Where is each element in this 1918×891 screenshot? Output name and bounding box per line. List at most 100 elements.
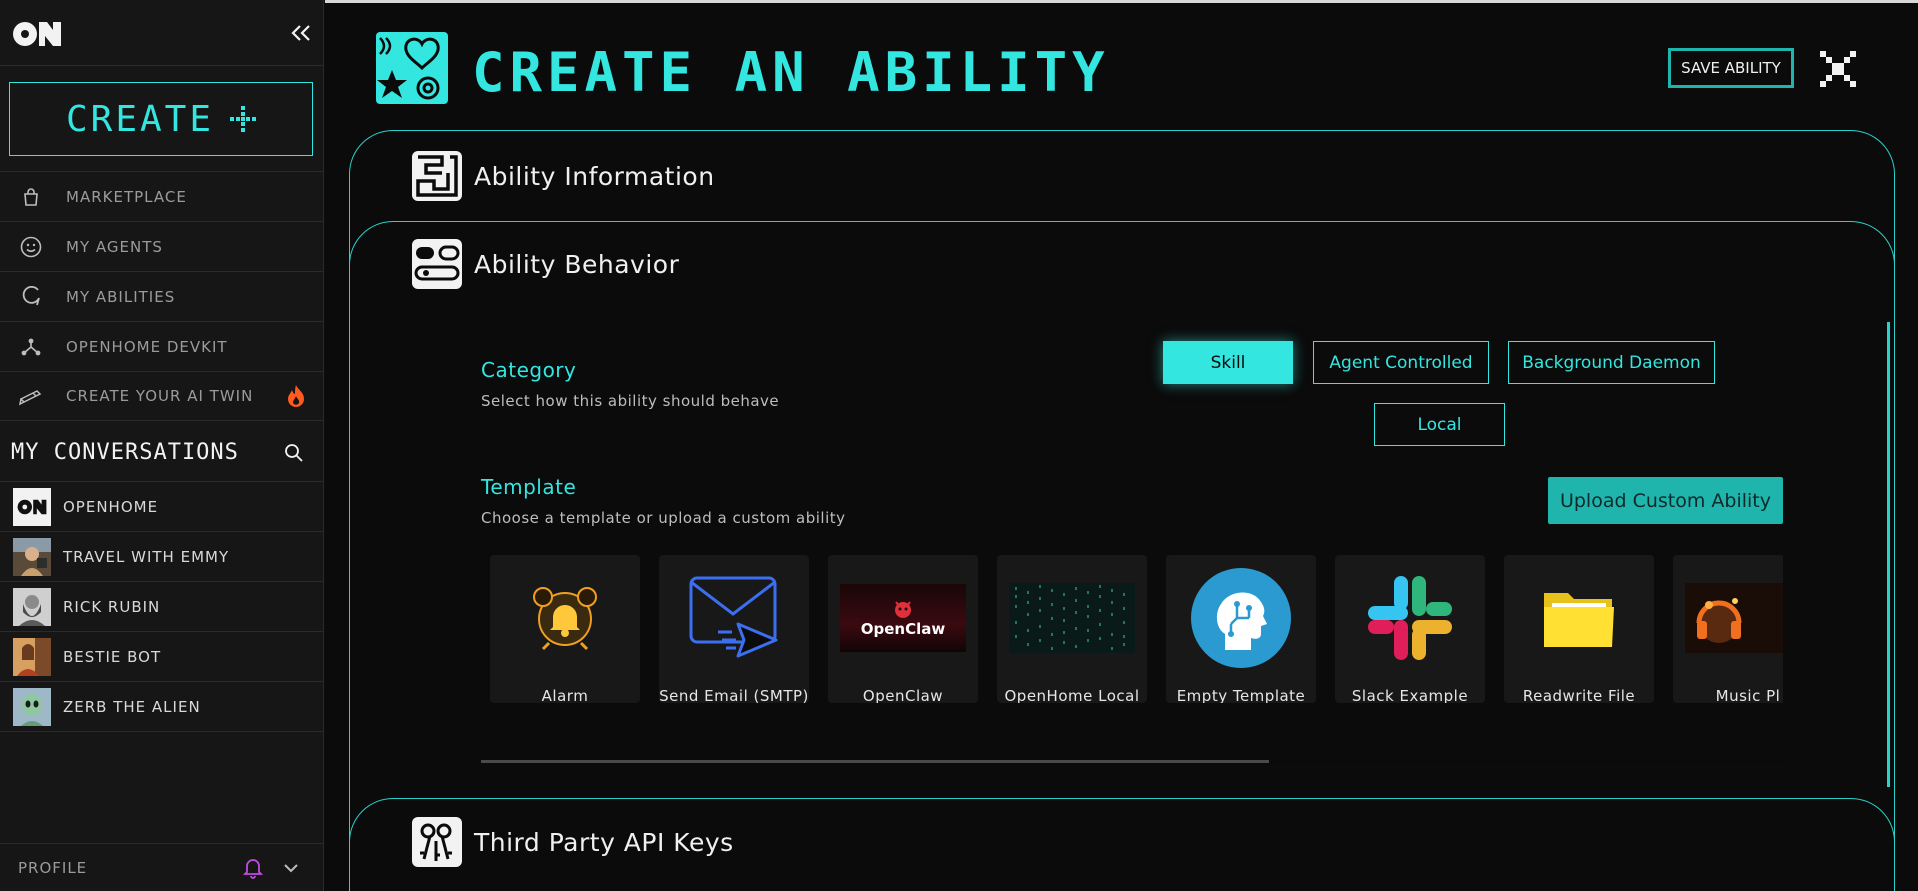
avatar [13, 487, 51, 526]
behavior-scrollbar[interactable] [1887, 322, 1890, 787]
sidebar-item-label: MARKETPLACE [66, 187, 187, 206]
person-avatar-icon [13, 537, 51, 576]
sidebar-item-my-abilities[interactable]: MY ABILITIES [0, 271, 324, 321]
template-label: Send Email (SMTP) [659, 687, 809, 703]
category-description: Select how this ability should behave [481, 392, 780, 410]
search-icon [285, 443, 303, 462]
template-description: Choose a template or upload a custom abi… [481, 509, 846, 527]
abilities-pattern-icon [376, 32, 448, 104]
template-card-openclaw[interactable]: OpenClaw OpenClaw [828, 555, 978, 703]
conversation-name: TRAVEL WITH EMMY [63, 547, 230, 566]
template-card-alarm[interactable]: Alarm [490, 555, 640, 703]
template-image [502, 567, 628, 669]
person-avatar-icon [13, 587, 51, 626]
template-image [1516, 567, 1642, 669]
conversation-name: ZERB THE ALIEN [63, 697, 201, 716]
conversation-item-travel-with-emmy[interactable]: TRAVEL WITH EMMY [0, 532, 324, 582]
profile-label[interactable]: PROFILE [18, 859, 240, 877]
template-card-empty-template[interactable]: Empty Template [1166, 555, 1316, 703]
section-title: Third Party API Keys [474, 827, 734, 857]
loop-icon [18, 284, 44, 310]
sidebar-item-label: CREATE YOUR AI TWIN [66, 387, 254, 405]
email-send-icon [689, 576, 778, 658]
openhome-logo-icon [17, 499, 47, 514]
person-avatar-icon [13, 637, 51, 676]
sidebar-item-marketplace[interactable]: MARKETPLACE [0, 171, 324, 221]
template-label: OpenClaw [862, 687, 944, 703]
alien-avatar-icon [13, 687, 51, 726]
conversation-item-zerb-the-alien[interactable]: ZERB THE ALIEN [0, 682, 324, 732]
fire-icon [288, 385, 304, 407]
template-card-send-email[interactable]: Send Email (SMTP) [659, 555, 809, 703]
category-agent-controlled-button[interactable]: Agent Controlled [1313, 341, 1489, 384]
template-carousel: Alarm Send Email (SMTP) OpenClaw OpenCla… [490, 555, 1783, 703]
template-carousel-scroll-thumb[interactable] [481, 760, 1269, 763]
behavior-pattern-icon [412, 239, 462, 289]
template-image [1347, 567, 1473, 669]
section-title: Ability Behavior [474, 249, 680, 279]
openhome-logo[interactable] [12, 20, 62, 48]
nodes-icon [18, 334, 44, 360]
sidebar-nav: MARKETPLACE MY AGENTS MY ABILITIES OPENH… [0, 171, 324, 421]
create-label: CREATE [65, 98, 215, 140]
ability-behavior-section: Ability Behavior Category Select how thi… [349, 221, 1895, 891]
template-card-slack-example[interactable]: Slack Example Template [1335, 555, 1485, 703]
template-card-music-player[interactable]: Music Pl [1673, 555, 1783, 703]
category-skill-button[interactable]: Skill [1163, 341, 1293, 384]
double-chevron-left-icon [291, 25, 310, 41]
slack-logo-icon [1368, 576, 1452, 660]
bag-icon [18, 184, 44, 210]
sidebar-item-label: MY ABILITIES [66, 287, 176, 306]
bell-icon [243, 858, 263, 879]
conversation-item-openhome[interactable]: OPENHOME [0, 482, 324, 532]
sidebar-topbar [0, 0, 323, 66]
template-label: OpenHome Local Link [1004, 687, 1140, 703]
conversation-item-bestie-bot[interactable]: BESTIE BOT [0, 632, 324, 682]
conversation-list: OPENHOME TRAVEL WITH EMMY RICK RUBIN BES… [0, 482, 324, 732]
template-label: Empty Template [1176, 687, 1306, 703]
pen-icon [18, 383, 44, 409]
avatar [13, 537, 51, 576]
template-label: Slack Example Template [1351, 687, 1469, 703]
conversation-item-rick-rubin[interactable]: RICK RUBIN [0, 582, 324, 632]
create-button[interactable]: CREATE [9, 82, 313, 156]
template-image [1178, 567, 1304, 669]
profile-menu-button[interactable] [278, 855, 304, 881]
sidebar-item-label: MY AGENTS [66, 237, 163, 256]
category-background-daemon-button[interactable]: Background Daemon [1508, 341, 1715, 384]
conversation-name: BESTIE BOT [63, 647, 162, 666]
chevron-down-icon [284, 863, 298, 872]
notifications-button[interactable] [240, 855, 266, 881]
sidebar-item-my-agents[interactable]: MY AGENTS [0, 221, 324, 271]
template-image [1685, 567, 1783, 669]
template-image [671, 567, 797, 669]
sidebar-item-openhome-devkit[interactable]: OPENHOME DEVKIT [0, 321, 324, 371]
third-party-api-keys-section: Third Party API Keys [349, 798, 1895, 891]
conversations-search-button[interactable] [276, 435, 312, 471]
save-ability-button[interactable]: SAVE ABILITY [1668, 48, 1794, 88]
template-card-openhome-local-link[interactable]: OpenHome Local Link [997, 555, 1147, 703]
plus-icon [230, 106, 257, 132]
maze-icon [412, 151, 462, 201]
category-local-button[interactable]: Local [1374, 403, 1505, 446]
claw-mascot-icon [895, 601, 911, 618]
ability-behavior-header[interactable]: Ability Behavior [412, 239, 679, 289]
template-label: Readwrite File [1522, 687, 1636, 703]
upload-custom-ability-button[interactable]: Upload Custom Ability [1548, 477, 1783, 524]
third-party-api-keys-header[interactable]: Third Party API Keys [412, 817, 734, 867]
conversations-title: MY CONVERSATIONS [11, 440, 239, 465]
page-title: CREATE AN ABILITY [472, 41, 1110, 104]
template-carousel-scrollbar[interactable] [481, 760, 1783, 763]
profile-bar: PROFILE [0, 843, 324, 891]
alarm-bell-icon [533, 587, 597, 651]
template-label: Music Pl [1715, 687, 1781, 703]
conversation-name: OPENHOME [63, 497, 159, 516]
template-label: Template [481, 475, 577, 499]
sidebar-item-create-your-ai-twin[interactable]: CREATE YOUR AI TWIN [0, 371, 324, 421]
template-card-readwrite-file[interactable]: Readwrite File [1504, 555, 1654, 703]
ability-information-header[interactable]: Ability Information [412, 151, 715, 201]
category-label: Category [481, 358, 577, 382]
close-icon[interactable] [1818, 49, 1858, 89]
collapse-sidebar-button[interactable] [286, 18, 316, 48]
folder-icon [1544, 593, 1614, 647]
